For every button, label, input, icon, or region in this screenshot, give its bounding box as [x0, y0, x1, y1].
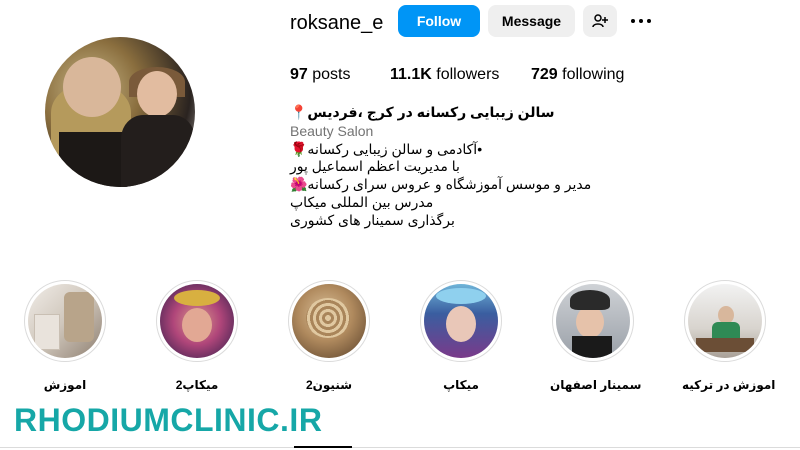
highlight-label: اموزش	[43, 378, 87, 392]
highlight-item[interactable]: شنیون2	[286, 280, 372, 392]
avatar-figure-left-face	[63, 57, 121, 117]
bio-category: Beauty Salon	[290, 123, 374, 139]
bio-line: برگذاری سمینار های کشوری	[290, 212, 455, 228]
tabs-divider	[0, 447, 800, 448]
posts-label: posts	[312, 66, 351, 83]
highlight-cover	[688, 284, 762, 358]
avatar-figure-left-body	[59, 132, 129, 187]
bio-line: مدرس بین المللی میکاپ	[290, 194, 434, 210]
highlight-item[interactable]: میکاپ	[418, 280, 504, 392]
highlight-item[interactable]: اموزش	[22, 280, 108, 392]
profile-avatar[interactable]	[45, 37, 195, 187]
followers-count: 11.1K	[390, 66, 432, 83]
highlight-item[interactable]: میکاپ2	[154, 280, 240, 392]
message-button[interactable]: Message	[488, 5, 575, 37]
highlight-cover	[292, 284, 366, 358]
avatar-figure-right-face	[137, 71, 177, 117]
bio-line: •آکادمی و سالن زیبایی رکسانه🌹	[290, 141, 483, 157]
highlight-cover	[424, 284, 498, 358]
active-tab-indicator	[294, 446, 352, 448]
add-user-icon	[592, 14, 608, 28]
highlight-label: میکاپ2	[175, 378, 219, 392]
highlight-item[interactable]: سمینار اصفهان	[550, 280, 642, 392]
bio-name: سالن زیبایی رکسانه در کرج ،فردیس📍	[290, 104, 555, 120]
posts-count: 97	[290, 66, 308, 83]
highlight-cover	[556, 284, 630, 358]
following-label: following	[562, 66, 625, 83]
avatar-figure-right-body	[121, 115, 195, 187]
highlight-label: شنیون2	[305, 378, 353, 392]
highlight-label: سمینار اصفهان	[550, 378, 642, 392]
followers-stat[interactable]: 11.1K followers	[390, 66, 499, 84]
suggest-user-button[interactable]	[583, 5, 617, 37]
following-count: 729	[531, 66, 558, 83]
highlight-item[interactable]: اموزش در ترکیه	[682, 280, 776, 392]
highlight-cover	[160, 284, 234, 358]
follow-button[interactable]: Follow	[398, 5, 480, 37]
following-stat[interactable]: 729 following	[531, 66, 624, 84]
posts-stat[interactable]: 97 posts	[290, 66, 351, 84]
bio-line: با مدیریت اعظم اسماعیل پور	[290, 158, 460, 174]
highlight-label: میکاپ	[443, 378, 479, 392]
more-options-icon[interactable]	[628, 8, 654, 34]
bio-line: مدیر و موسس آموزشگاه و عروس سرای رکسانه🌺	[290, 176, 592, 192]
username: roksane_e	[290, 12, 384, 34]
followers-label: followers	[436, 66, 500, 83]
highlight-label: اموزش در ترکیه	[682, 378, 776, 392]
highlight-cover	[28, 284, 102, 358]
watermark-text: RHODIUMCLINIC.IR	[14, 402, 323, 438]
